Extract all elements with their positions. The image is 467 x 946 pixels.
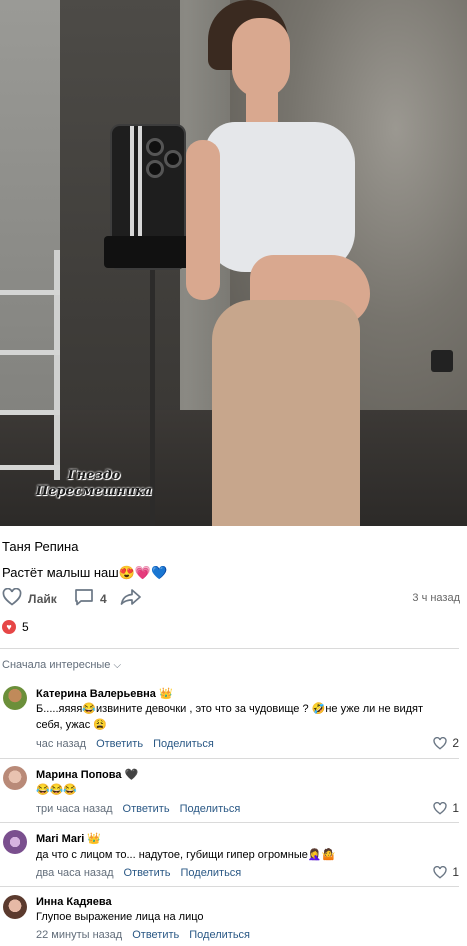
comment-time: два часа назад — [36, 867, 114, 879]
watermark: Гнездо Пересмешника — [35, 468, 153, 499]
comment-text: Глупое выражение лица на лицо — [36, 911, 204, 923]
phone-holder — [104, 236, 190, 268]
share-comment-button[interactable]: Поделиться — [189, 929, 250, 941]
comment-like-count: 2 — [452, 736, 459, 750]
black-heart-icon: 🖤 — [124, 768, 139, 781]
likes-count: 5 — [22, 620, 29, 634]
comment-button[interactable]: 4 — [74, 588, 107, 609]
comment-meta: час назад Ответить Поделиться — [36, 738, 214, 750]
reply-button[interactable]: Ответить — [96, 738, 143, 750]
comment-like-count: 1 — [452, 801, 459, 815]
post-actions: Лайк 4 3 ч назад — [2, 587, 465, 610]
post-time: 3 ч назад — [412, 592, 460, 604]
heart-outline-icon — [433, 865, 447, 879]
chevron-down-icon: ⌵ — [113, 660, 122, 671]
heart-outline-icon — [433, 801, 447, 815]
share-comment-button[interactable]: Поделиться — [181, 867, 242, 879]
comment-meta: два часа назад Ответить Поделиться — [36, 867, 241, 879]
comment-time: час назад — [36, 738, 87, 750]
share-arrow-icon — [120, 588, 142, 609]
heart-icon: ♥ — [2, 620, 16, 634]
crown-icon: 👑 — [87, 832, 102, 845]
divider — [0, 758, 459, 759]
face — [232, 18, 290, 98]
like-label: Лайк — [28, 591, 57, 606]
comment-author[interactable]: Марина Попова 🖤 — [36, 768, 138, 781]
divider — [0, 822, 459, 823]
comment-author[interactable]: Mari Mari 👑 — [36, 832, 101, 845]
post-photo[interactable]: Гнездо Пересмешника — [0, 0, 467, 526]
share-button[interactable] — [120, 588, 142, 609]
divider — [0, 648, 459, 649]
divider — [0, 886, 459, 887]
comment-text: Б.....яяяя😂извините девочки , это что за… — [36, 703, 424, 731]
comment-like-button[interactable]: 1 — [433, 865, 459, 879]
post-text: Растёт малыш наш😍💗💙 — [2, 565, 168, 580]
comment-like-button[interactable]: 2 — [433, 736, 459, 750]
comment-time: 22 минуты назад — [36, 929, 123, 941]
outlet — [431, 350, 453, 372]
pants — [212, 300, 360, 526]
comment-meta: 22 минуты назад Ответить Поделиться — [36, 929, 250, 941]
comment-count: 4 — [100, 591, 107, 606]
ladder — [0, 250, 60, 480]
avatar[interactable] — [3, 830, 27, 854]
post-author[interactable]: Таня Репина — [2, 539, 78, 554]
heart-outline-icon — [2, 587, 22, 609]
share-comment-button[interactable]: Поделиться — [153, 738, 214, 750]
crown-icon: 👑 — [158, 687, 173, 700]
comment-icon — [74, 588, 94, 609]
sort-label: Сначала интересные — [2, 659, 111, 671]
comment-author[interactable]: Инна Кадяева — [36, 896, 112, 908]
share-comment-button[interactable]: Поделиться — [180, 803, 241, 815]
heart-outline-icon — [433, 736, 447, 750]
reply-button[interactable]: Ответить — [123, 867, 170, 879]
comment-meta: три часа назад Ответить Поделиться — [36, 803, 240, 815]
arm — [186, 140, 220, 300]
avatar[interactable] — [3, 686, 27, 710]
avatar[interactable] — [3, 895, 27, 919]
likes-summary[interactable]: ♥ 5 — [2, 620, 29, 634]
avatar[interactable] — [3, 766, 27, 790]
comment-text: 😂😂😂 — [36, 784, 78, 796]
reply-button[interactable]: Ответить — [123, 803, 170, 815]
like-button[interactable]: Лайк — [2, 587, 57, 609]
comment-time: три часа назад — [36, 803, 113, 815]
reply-button[interactable]: Ответить — [132, 929, 179, 941]
comment-like-count: 1 — [452, 865, 459, 879]
comment-like-button[interactable]: 1 — [433, 801, 459, 815]
top-shirt — [205, 122, 355, 272]
comment-text: да что с лицом то... надутое, губищи гип… — [36, 849, 336, 861]
comment-author[interactable]: Катерина Валерьевна 👑 — [36, 687, 173, 700]
comment-sort-toggle[interactable]: Сначала интересные ⌵ — [2, 659, 121, 671]
